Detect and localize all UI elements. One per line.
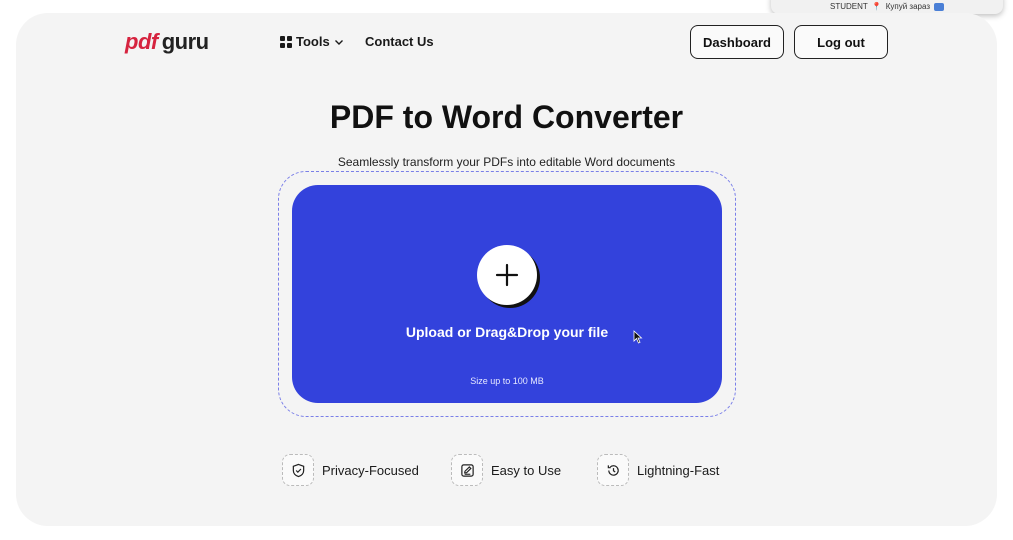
edit-note-icon xyxy=(460,463,474,477)
feature-fast: Lightning-Fast xyxy=(597,454,719,486)
promo-extra: Купуй зараз xyxy=(885,2,931,11)
logo-pdf: pdf xyxy=(125,29,158,54)
tools-menu[interactable]: Tools xyxy=(280,34,344,49)
page-subtitle: Seamlessly transform your PDFs into edit… xyxy=(337,155,676,169)
pin-icon: 📍 xyxy=(871,2,882,11)
main-card: pdf guru Tools Contact Us Dashboard Log … xyxy=(16,13,997,526)
feature-easy: Easy to Use xyxy=(451,454,561,486)
logout-button[interactable]: Log out xyxy=(794,25,888,59)
logo[interactable]: pdf guru xyxy=(125,29,209,55)
dashboard-button[interactable]: Dashboard xyxy=(690,25,784,59)
grid-icon xyxy=(280,35,292,48)
history-clock-icon xyxy=(607,464,619,476)
tools-label: Tools xyxy=(296,34,330,49)
contact-us-link[interactable]: Contact Us xyxy=(365,34,434,49)
feature-privacy: Privacy-Focused xyxy=(282,454,419,486)
chevron-down-icon xyxy=(334,39,343,45)
feature-label: Privacy-Focused xyxy=(322,462,419,478)
add-file-button[interactable] xyxy=(477,245,537,305)
badge-icon xyxy=(934,3,945,11)
logo-guru: guru xyxy=(161,29,209,54)
size-limit-note: Size up to 100 MB xyxy=(470,376,544,386)
plus-icon xyxy=(495,263,519,287)
page-title: PDF to Word Converter xyxy=(329,99,684,135)
upload-dropzone[interactable]: Upload or Drag&Drop your file Size up to… xyxy=(292,185,722,403)
feature-label: Lightning-Fast xyxy=(637,462,720,478)
shield-check-icon xyxy=(292,463,304,477)
promo-popup[interactable]: STUDENT 📍 Купуй зараз xyxy=(771,0,1003,14)
mouse-cursor-icon xyxy=(633,330,643,344)
feature-label: Easy to Use xyxy=(491,462,562,478)
upload-zone-border: Upload or Drag&Drop your file Size up to… xyxy=(278,171,736,417)
promo-text: STUDENT xyxy=(829,2,868,11)
upload-label: Upload or Drag&Drop your file xyxy=(405,324,609,340)
